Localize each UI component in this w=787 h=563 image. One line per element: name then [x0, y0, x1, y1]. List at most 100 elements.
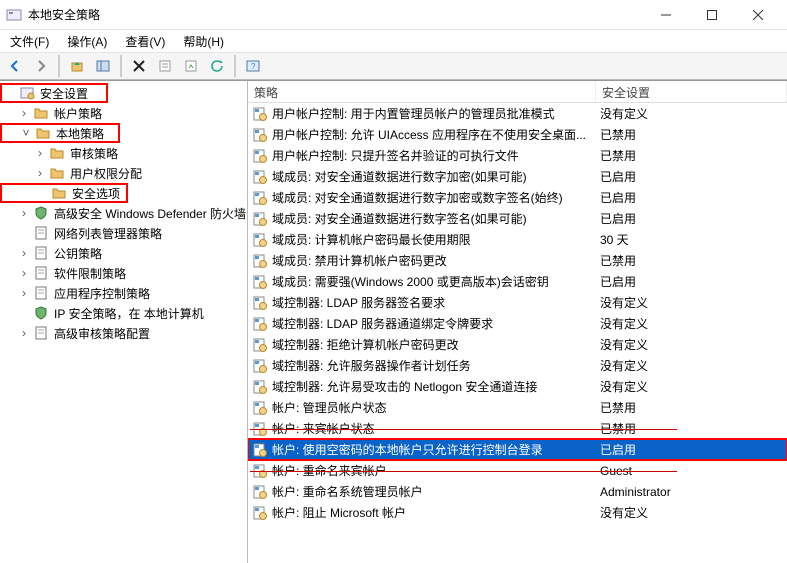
- twisty-icon[interactable]: ˅: [20, 126, 32, 140]
- policy-setting: 已启用: [600, 273, 787, 290]
- tree-item[interactable]: ›高级审核策略配置: [0, 323, 247, 343]
- policy-row[interactable]: 用户帐户控制: 用于内置管理员帐户的管理员批准模式没有定义: [248, 103, 787, 124]
- policy-row[interactable]: 帐户: 重命名来宾帐户Guest: [248, 460, 787, 481]
- policy-list[interactable]: 用户帐户控制: 用于内置管理员帐户的管理员批准模式没有定义用户帐户控制: 允许 …: [248, 103, 787, 563]
- tree-item[interactable]: 安全选项: [0, 183, 128, 203]
- window-title: 本地安全策略: [28, 6, 643, 23]
- policy-row[interactable]: 域控制器: 拒绝计算机帐户密码更改没有定义: [248, 334, 787, 355]
- tree-item[interactable]: ›公钥策略: [0, 243, 247, 263]
- tree-label: 软件限制策略: [52, 265, 128, 282]
- policy-row[interactable]: 帐户: 重命名系统管理员帐户Administrator: [248, 481, 787, 502]
- policy-row[interactable]: 帐户: 阻止 Microsoft 帐户没有定义: [248, 502, 787, 523]
- policy-icon: [252, 421, 268, 437]
- tree-item[interactable]: ›帐户策略: [0, 103, 247, 123]
- tree-item[interactable]: ˅ 本地策略: [0, 123, 120, 143]
- folder-icon: [51, 185, 67, 201]
- tree-label: 用户权限分配: [68, 165, 144, 182]
- separator: [120, 55, 122, 77]
- policy-row[interactable]: 帐户: 使用空密码的本地帐户只允许进行控制台登录已启用: [248, 439, 787, 460]
- policy-row[interactable]: 域成员: 对安全通道数据进行数字签名(如果可能)已启用: [248, 208, 787, 229]
- policy-icon: [252, 127, 268, 143]
- maximize-button[interactable]: [689, 0, 735, 30]
- show-hide-tree-button[interactable]: [92, 55, 114, 77]
- policy-setting: 已禁用: [600, 399, 787, 416]
- policy-setting: 已禁用: [600, 420, 787, 437]
- policy-setting: 已启用: [600, 441, 787, 458]
- tree-item[interactable]: › 用户权限分配: [0, 163, 247, 183]
- forward-button[interactable]: [30, 55, 52, 77]
- page-icon: [33, 265, 49, 281]
- policy-setting: 已禁用: [600, 147, 787, 164]
- policy-name: 帐户: 重命名系统管理员帐户: [272, 483, 600, 500]
- list-pane: 策略 安全设置 用户帐户控制: 用于内置管理员帐户的管理员批准模式没有定义用户帐…: [248, 81, 787, 563]
- tree-pane[interactable]: 安全设置 ›帐户策略˅本地策略›审核策略›用户权限分配安全选项›高级安全 Win…: [0, 81, 248, 563]
- policy-row[interactable]: 域成员: 禁用计算机帐户密码更改已禁用: [248, 250, 787, 271]
- column-policy[interactable]: 策略: [248, 81, 596, 102]
- policy-row[interactable]: 域控制器: 允许服务器操作者计划任务没有定义: [248, 355, 787, 376]
- back-button[interactable]: [4, 55, 26, 77]
- policy-setting: 没有定义: [600, 336, 787, 353]
- policy-setting: 已禁用: [600, 252, 787, 269]
- policy-row[interactable]: 域成员: 对安全通道数据进行数字加密(如果可能)已启用: [248, 166, 787, 187]
- toolbar: ?: [0, 52, 787, 80]
- policy-row[interactable]: 域成员: 对安全通道数据进行数字加密或数字签名(始终)已启用: [248, 187, 787, 208]
- tree-item[interactable]: 网络列表管理器策略: [0, 223, 247, 243]
- policy-name: 域控制器: LDAP 服务器签名要求: [272, 294, 600, 311]
- menu-action[interactable]: 操作(A): [63, 32, 111, 51]
- column-setting[interactable]: 安全设置: [596, 81, 787, 102]
- policy-row[interactable]: 域控制器: LDAP 服务器通道绑定令牌要求没有定义: [248, 313, 787, 334]
- close-button[interactable]: [735, 0, 781, 30]
- policy-row[interactable]: 帐户: 来宾帐户状态已禁用: [248, 418, 787, 439]
- policy-setting: 没有定义: [600, 357, 787, 374]
- policy-icon: [252, 358, 268, 374]
- tree-label: 本地策略: [54, 125, 106, 142]
- svg-text:?: ?: [251, 62, 256, 71]
- policy-row[interactable]: 域控制器: LDAP 服务器签名要求没有定义: [248, 292, 787, 313]
- menu-help[interactable]: 帮助(H): [179, 32, 228, 51]
- policy-icon: [252, 190, 268, 206]
- policy-row[interactable]: 帐户: 管理员帐户状态已禁用: [248, 397, 787, 418]
- policy-row[interactable]: 用户帐户控制: 只提升签名并验证的可执行文件已禁用: [248, 145, 787, 166]
- policy-icon: [252, 442, 268, 458]
- tree-root[interactable]: 安全设置: [0, 83, 108, 103]
- policy-icon: [252, 484, 268, 500]
- twisty-icon[interactable]: ›: [18, 246, 30, 260]
- policy-icon: [252, 295, 268, 311]
- policy-name: 帐户: 阻止 Microsoft 帐户: [272, 504, 600, 521]
- help-button[interactable]: ?: [242, 55, 264, 77]
- menu-view[interactable]: 查看(V): [121, 32, 169, 51]
- tree-item[interactable]: › 应用程序控制策略: [0, 283, 247, 303]
- policy-row[interactable]: 域成员: 计算机帐户密码最长使用期限30 天: [248, 229, 787, 250]
- tree-label: 安全选项: [70, 185, 122, 202]
- policy-name: 用户帐户控制: 允许 UIAccess 应用程序在不使用安全桌面...: [272, 126, 600, 143]
- tree-item[interactable]: IP 安全策略，在 本地计算机: [0, 303, 247, 323]
- twisty-icon[interactable]: ›: [18, 326, 30, 340]
- delete-button[interactable]: [128, 55, 150, 77]
- tree-item[interactable]: ›审核策略: [0, 143, 247, 163]
- refresh-button[interactable]: [206, 55, 228, 77]
- content-body: 安全设置 ›帐户策略˅本地策略›审核策略›用户权限分配安全选项›高级安全 Win…: [0, 80, 787, 563]
- menu-file[interactable]: 文件(F): [6, 32, 53, 51]
- twisty-icon[interactable]: ›: [34, 166, 46, 180]
- export-button[interactable]: [180, 55, 202, 77]
- twisty-icon[interactable]: ›: [18, 106, 30, 120]
- twisty-icon[interactable]: ›: [18, 266, 30, 280]
- policy-row[interactable]: 用户帐户控制: 允许 UIAccess 应用程序在不使用安全桌面...已禁用: [248, 124, 787, 145]
- tree-label: 应用程序控制策略: [52, 285, 152, 302]
- policy-name: 帐户: 重命名来宾帐户: [272, 462, 600, 479]
- policy-name: 域成员: 计算机帐户密码最长使用期限: [272, 231, 600, 248]
- policy-row[interactable]: 域成员: 需要强(Windows 2000 或更高版本)会话密钥已启用: [248, 271, 787, 292]
- twisty-icon[interactable]: ›: [18, 206, 30, 220]
- policy-name: 域控制器: 允许易受攻击的 Netlogon 安全通道连接: [272, 378, 600, 395]
- tree-label: 网络列表管理器策略: [52, 225, 164, 242]
- up-button[interactable]: [66, 55, 88, 77]
- twisty-icon[interactable]: ›: [18, 286, 30, 300]
- minimize-button[interactable]: [643, 0, 689, 30]
- twisty-icon[interactable]: ›: [34, 146, 46, 160]
- policy-row[interactable]: 域控制器: 允许易受攻击的 Netlogon 安全通道连接没有定义: [248, 376, 787, 397]
- properties-button[interactable]: [154, 55, 176, 77]
- tree-label: 安全设置: [38, 85, 90, 102]
- tree-item[interactable]: ›高级安全 Windows Defender 防火墙: [0, 203, 247, 223]
- policy-setting: 没有定义: [600, 105, 787, 122]
- tree-item[interactable]: › 软件限制策略: [0, 263, 247, 283]
